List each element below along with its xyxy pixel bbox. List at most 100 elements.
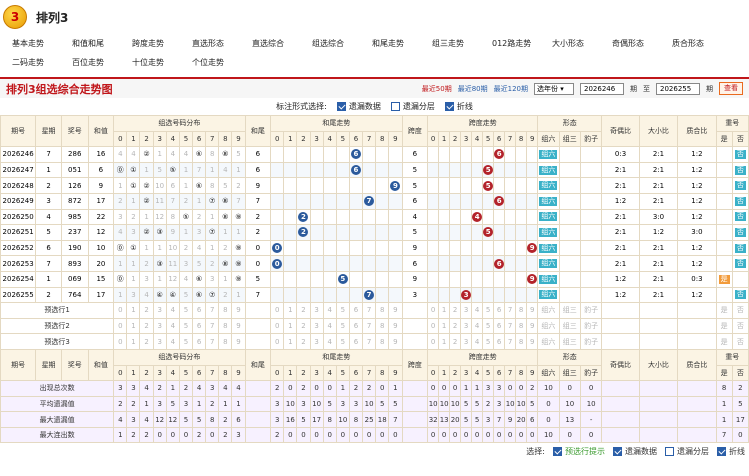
predict-digit[interactable]: 0 xyxy=(270,302,285,319)
predict-digit[interactable]: 7 xyxy=(362,333,377,350)
predict-digit[interactable]: 1 xyxy=(283,317,298,335)
predict-shape[interactable]: 组三 xyxy=(558,302,581,319)
predict-shape[interactable]: 组六 xyxy=(537,317,560,335)
nav-item-link[interactable]: 大小形态 xyxy=(552,35,612,53)
predict-digit[interactable]: 8 xyxy=(515,333,528,350)
predict-digit[interactable]: 7 xyxy=(205,333,220,350)
predict-digit[interactable]: 6 xyxy=(348,333,364,350)
predict-digit[interactable]: 0 xyxy=(113,317,128,335)
predict-digit[interactable]: 8 xyxy=(375,302,390,319)
predict-digit[interactable]: 9 xyxy=(526,333,539,350)
predict-digit[interactable]: 5 xyxy=(335,302,350,319)
predict-digit[interactable]: 5 xyxy=(482,302,495,319)
recent-80-link[interactable]: 最近80期 xyxy=(458,84,488,94)
predict-digit[interactable]: 4 xyxy=(322,317,337,335)
predict-digit[interactable]: 1 xyxy=(283,333,298,350)
predict-digit[interactable]: 8 xyxy=(218,302,233,319)
predict-shape[interactable]: 组三 xyxy=(558,333,581,350)
predict-digit[interactable]: 2 xyxy=(296,333,311,350)
checkbox-icon[interactable] xyxy=(665,446,674,456)
predict-digit[interactable]: 9 xyxy=(388,302,403,319)
footer-opt-layer[interactable]: 遗漏分层 xyxy=(665,446,709,457)
predict-digit[interactable]: 6 xyxy=(348,302,364,319)
recent-50-link[interactable]: 最近50期 xyxy=(422,84,452,94)
predict-digit[interactable]: 4 xyxy=(322,333,337,350)
predict-digit[interactable]: 3 xyxy=(309,317,324,335)
predict-digit[interactable]: 9 xyxy=(231,302,246,319)
predict-digit[interactable]: 9 xyxy=(388,317,403,335)
nav-item-link[interactable]: 和尾走势 xyxy=(372,35,432,53)
predict-digit[interactable]: 6 xyxy=(191,317,207,335)
predict-digit[interactable]: 4 xyxy=(165,302,180,319)
predict-digit[interactable]: 7 xyxy=(362,302,377,319)
option-miss-data[interactable]: 遗漏数据 xyxy=(336,101,381,112)
predict-digit[interactable]: 1 xyxy=(126,333,141,350)
predict-digit[interactable]: 9 xyxy=(231,317,246,335)
predict-digit[interactable]: 4 xyxy=(165,317,180,335)
predict-digit[interactable]: 0 xyxy=(427,317,440,335)
predict-digit[interactable]: 8 xyxy=(375,333,390,350)
predict-digit[interactable]: 3 xyxy=(460,302,473,319)
predict-digit[interactable]: 2 xyxy=(296,302,311,319)
nav-item-link[interactable]: 组三走势 xyxy=(432,35,492,53)
predict-digit[interactable]: 4 xyxy=(471,317,484,335)
predict-digit[interactable]: 8 xyxy=(515,302,528,319)
checkbox-icon[interactable] xyxy=(336,102,346,111)
predict-digit[interactable]: 2 xyxy=(449,333,462,350)
predict-digit[interactable]: 7 xyxy=(504,317,517,335)
predict-shape[interactable]: 豹子 xyxy=(579,302,603,319)
predict-digit[interactable]: 2 xyxy=(139,317,154,335)
predict-digit[interactable]: 0 xyxy=(427,302,440,319)
predict-digit[interactable]: 1 xyxy=(126,302,141,319)
predict-repeat[interactable]: 否 xyxy=(731,302,749,319)
from-issue-input[interactable]: 2026246 xyxy=(580,82,624,95)
predict-digit[interactable]: 0 xyxy=(427,333,440,350)
predict-digit[interactable]: 3 xyxy=(309,302,324,319)
predict-digit[interactable]: 2 xyxy=(449,302,462,319)
nav-item-link[interactable]: 012路走势 xyxy=(492,35,552,53)
predict-digit[interactable]: 7 xyxy=(504,302,517,319)
nav-item-link[interactable]: 个位走势 xyxy=(192,54,252,72)
predict-digit[interactable]: 9 xyxy=(526,317,539,335)
predict-repeat[interactable]: 是 xyxy=(715,302,733,319)
predict-digit[interactable]: 2 xyxy=(139,333,154,350)
predict-digit[interactable]: 7 xyxy=(504,333,517,350)
predict-digit[interactable]: 5 xyxy=(335,333,350,350)
checkbox-icon[interactable] xyxy=(390,102,400,111)
predict-digit[interactable]: 8 xyxy=(218,333,233,350)
predict-digit[interactable]: 7 xyxy=(205,302,220,319)
nav-item-link[interactable]: 奇偶形态 xyxy=(612,35,672,53)
footer-opt-predict[interactable]: 预选行提示 xyxy=(553,446,605,457)
predict-repeat[interactable]: 是 xyxy=(715,333,733,350)
predict-digit[interactable]: 1 xyxy=(438,302,451,319)
predict-digit[interactable]: 6 xyxy=(191,302,207,319)
predict-digit[interactable]: 3 xyxy=(152,302,167,319)
predict-digit[interactable]: 7 xyxy=(362,317,377,335)
predict-shape[interactable]: 豹子 xyxy=(579,333,603,350)
predict-shape[interactable]: 组三 xyxy=(558,317,581,335)
predict-digit[interactable]: 2 xyxy=(139,302,154,319)
predict-digit[interactable]: 8 xyxy=(515,317,528,335)
nav-item-link[interactable]: 百位走势 xyxy=(72,54,132,72)
nav-item-link[interactable]: 质合形态 xyxy=(672,35,732,53)
nav-item-link[interactable]: 跨度走势 xyxy=(132,35,192,53)
checkbox-icon[interactable] xyxy=(613,446,622,456)
predict-digit[interactable]: 3 xyxy=(152,317,167,335)
predict-digit[interactable]: 4 xyxy=(471,302,484,319)
predict-digit[interactable]: 6 xyxy=(348,317,364,335)
predict-digit[interactable]: 0 xyxy=(270,317,285,335)
predict-digit[interactable]: 8 xyxy=(375,317,390,335)
predict-digit[interactable]: 5 xyxy=(335,317,350,335)
nav-item-link[interactable]: 直选形态 xyxy=(192,35,252,53)
year-select[interactable]: 选年份 ▾ xyxy=(534,82,574,95)
predict-digit[interactable]: 8 xyxy=(218,317,233,335)
predict-digit[interactable]: 1 xyxy=(438,317,451,335)
checkbox-icon[interactable] xyxy=(553,446,562,456)
option-polyline[interactable]: 折线 xyxy=(444,101,473,112)
query-button[interactable]: 查看 xyxy=(719,82,743,95)
predict-digit[interactable]: 0 xyxy=(113,333,128,350)
nav-item-link[interactable]: 和值和尾 xyxy=(72,35,132,53)
predict-digit[interactable]: 9 xyxy=(231,333,246,350)
predict-digit[interactable]: 5 xyxy=(482,317,495,335)
predict-digit[interactable]: 2 xyxy=(449,317,462,335)
